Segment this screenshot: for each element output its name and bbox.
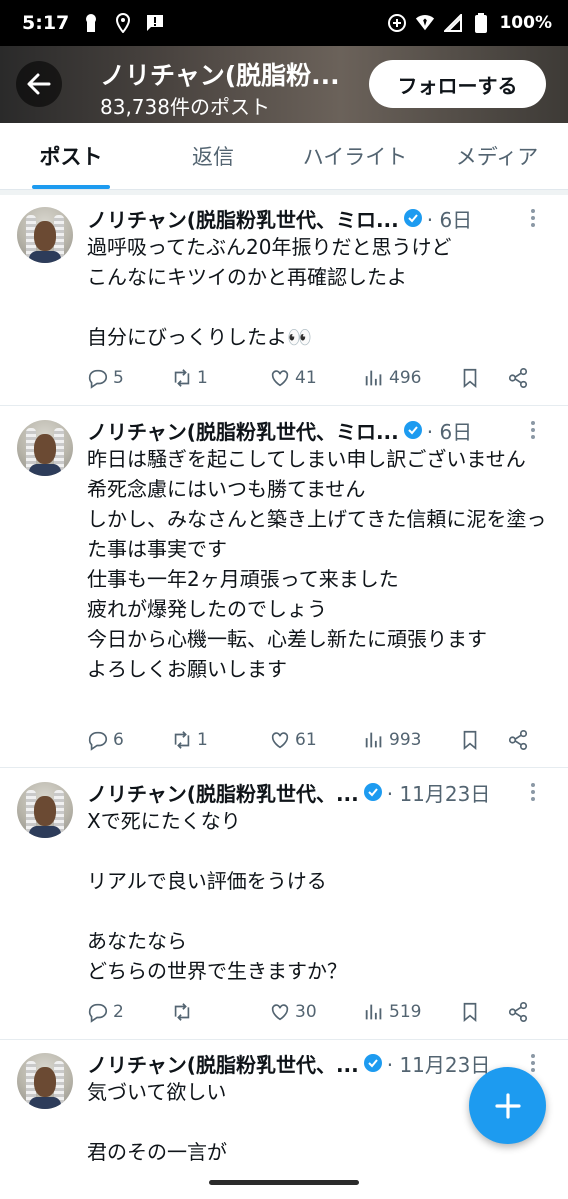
tab-highlights[interactable]: ハイライト [284,123,426,189]
heart-icon [271,732,289,749]
post-count: 83,738件のポスト [100,95,270,119]
header-title: ノリチャン(脱脂粉... [100,61,340,90]
views-button[interactable]: 519 [363,1001,459,1023]
bookmark-icon [463,368,477,389]
post[interactable]: ノリチャン(脱脂粉乳世代、... · 11月23日 Xで死にたくなり リアルで良… [0,768,568,1040]
reply-button[interactable]: 2 [87,1001,171,1023]
repost-icon [174,731,190,749]
back-button[interactable] [16,61,62,107]
bookmark-icon [463,730,477,751]
signal-icon [443,13,463,33]
reply-icon [88,731,108,751]
tab-replies[interactable]: 返信 [142,123,284,189]
reply-icon [88,369,108,389]
share-button[interactable] [507,1001,529,1023]
post-header: ノリチャン(脱脂粉乳世代、... · 11月23日 [87,777,548,807]
avatar[interactable] [17,207,73,263]
bookmark-button[interactable] [459,729,507,751]
views-icon [365,1004,382,1020]
post-actions: 5 1 41 496 [87,363,547,393]
author-name[interactable]: ノリチャン(脱脂粉乳世代、ミロ... [87,416,399,445]
compose-button[interactable] [469,1067,546,1144]
more-options-icon[interactable] [522,781,544,803]
tab-posts[interactable]: ポスト [0,123,142,189]
heart-icon [271,1004,289,1021]
author-name[interactable]: ノリチャン(脱脂粉乳世代、ミロ... [87,204,399,233]
repost-button[interactable]: 1 [171,729,269,751]
status-bar: 5:17 100% [0,0,568,46]
avatar[interactable] [17,420,73,476]
battery-icon [471,13,491,33]
data-saver-icon [387,13,407,33]
post-actions: 6 1 61 993 [87,725,547,755]
verified-badge-icon [403,421,422,439]
post-date[interactable]: · 6日 [427,204,472,233]
avatar[interactable] [17,1053,73,1109]
home-indicator[interactable] [209,1180,359,1185]
reply-icon [88,1003,108,1023]
arrow-left-icon [27,73,51,95]
notification-icon [145,13,165,33]
share-button[interactable] [507,367,529,389]
wifi-icon [415,13,435,33]
like-button[interactable]: 30 [269,1001,363,1023]
bookmark-icon [463,1002,477,1023]
post-actions: 2 30 519 [87,997,547,1027]
verified-badge-icon [363,1054,382,1072]
views-icon [365,732,382,748]
profile-tabs: ポスト 返信 ハイライト メディア [0,123,568,190]
post[interactable]: ノリチャン(脱脂粉乳世代、ミロ... · 6日 昨日は騒ぎを起こしてしまい申し訳… [0,406,568,768]
keyhole-icon [81,13,101,33]
tab-indicator [32,185,110,189]
bookmark-button[interactable] [459,367,507,389]
share-icon [508,368,528,388]
author-name[interactable]: ノリチャン(脱脂粉乳世代、... [87,1049,359,1078]
post-text: 昨日は騒ぎを起こしてしまい申し訳ございません 希死念慮にはいつも勝てません しか… [87,447,547,681]
post-date[interactable]: · 11月23日 [387,778,491,807]
profile-header: ノリチャン(脱脂粉... 83,738件のポスト フォローする [0,46,568,123]
repost-icon [174,1003,190,1021]
like-button[interactable]: 61 [269,729,363,751]
tab-media[interactable]: メディア [426,123,568,189]
views-icon [365,370,382,386]
share-icon [508,730,528,750]
follow-button[interactable]: フォローする [369,60,546,108]
battery-level: 100% [499,13,552,33]
post-date[interactable]: · 11月23日 [387,1049,491,1078]
status-time: 5:17 [22,12,70,34]
views-button[interactable]: 496 [363,367,459,389]
location-icon [113,13,133,33]
more-options-icon[interactable] [522,419,544,441]
author-name[interactable]: ノリチャン(脱脂粉乳世代、... [87,778,359,807]
reply-button[interactable]: 6 [87,729,171,751]
post-header: ノリチャン(脱脂粉乳世代、ミロ... · 6日 [87,203,548,233]
post-date[interactable]: · 6日 [427,416,472,445]
reply-button[interactable]: 5 [87,367,171,389]
post-text: Xで死にたくなり リアルで良い評価をうける あなたなら どちらの世界で生きますか… [87,809,347,983]
verified-badge-icon [403,209,422,227]
verified-badge-icon [363,783,382,801]
post-header: ノリチャン(脱脂粉乳世代、ミロ... · 6日 [87,415,548,445]
bookmark-button[interactable] [459,1001,507,1023]
post-header: ノリチャン(脱脂粉乳世代、... · 11月23日 [87,1048,548,1078]
share-icon [508,1002,528,1022]
heart-icon [271,370,289,387]
avatar[interactable] [17,782,73,838]
post[interactable]: ノリチャン(脱脂粉乳世代、ミロ... · 6日 過呼吸ってたぶん20年振りだと思… [0,195,568,406]
more-options-icon[interactable] [522,207,544,229]
post-text: 過呼吸ってたぶん20年振りだと思うけど こんなにキツイのかと再確認したよ 自分に… [87,235,452,349]
share-button[interactable] [507,729,529,751]
repost-button[interactable]: 1 [171,367,269,389]
repost-button[interactable] [171,1001,269,1023]
like-button[interactable]: 41 [269,367,363,389]
repost-icon [174,369,190,387]
views-button[interactable]: 993 [363,729,459,751]
plus-icon [494,1092,521,1119]
